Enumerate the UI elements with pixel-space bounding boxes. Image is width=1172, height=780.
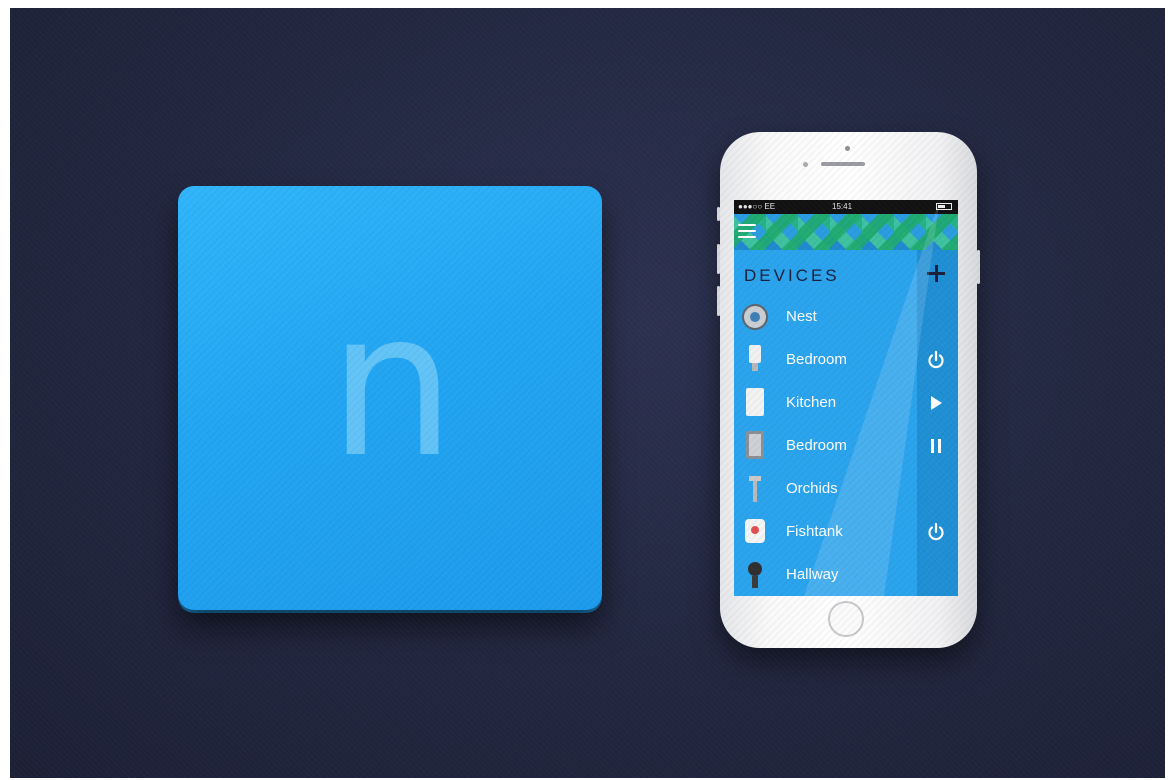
speaker-icon <box>740 431 770 461</box>
volume-down-button <box>717 286 720 316</box>
smart-plug-icon <box>740 517 770 547</box>
hub-device: n <box>178 186 602 610</box>
front-camera <box>845 146 850 151</box>
volume-up-button <box>717 244 720 274</box>
pause-icon[interactable] <box>926 436 946 456</box>
proximity-sensor <box>803 162 808 167</box>
smartphone: ●●●○○ EE 15:41 DEVICES Nest Bedroom Kitc… <box>717 132 980 648</box>
device-label: Kitchen <box>786 394 837 411</box>
home-button[interactable] <box>828 601 864 637</box>
power-icon[interactable] <box>926 522 946 542</box>
carrier-signal: ●●●○○ EE <box>738 202 776 211</box>
device-label: Nest <box>786 308 817 325</box>
status-time: 15:41 <box>832 202 853 211</box>
page-title: DEVICES <box>744 266 840 285</box>
product-photo-background: n ●●●○○ EE 15:41 DEVICES Nest Bedroom Ki… <box>10 8 1165 778</box>
speaker-icon <box>740 388 770 418</box>
hamburger-menu-icon[interactable] <box>738 224 756 238</box>
earpiece-speaker <box>821 162 865 166</box>
power-button <box>977 250 980 284</box>
thermostat-icon <box>740 302 770 332</box>
hub-logo: n <box>328 269 456 502</box>
silent-switch <box>717 207 720 221</box>
light-bulb-icon <box>740 345 770 375</box>
plant-sensor-icon <box>740 474 770 504</box>
power-icon[interactable] <box>926 350 946 370</box>
play-icon[interactable] <box>926 393 946 413</box>
camera-icon <box>740 560 770 590</box>
app-screen: ●●●○○ EE 15:41 DEVICES Nest Bedroom Kitc… <box>734 200 958 596</box>
